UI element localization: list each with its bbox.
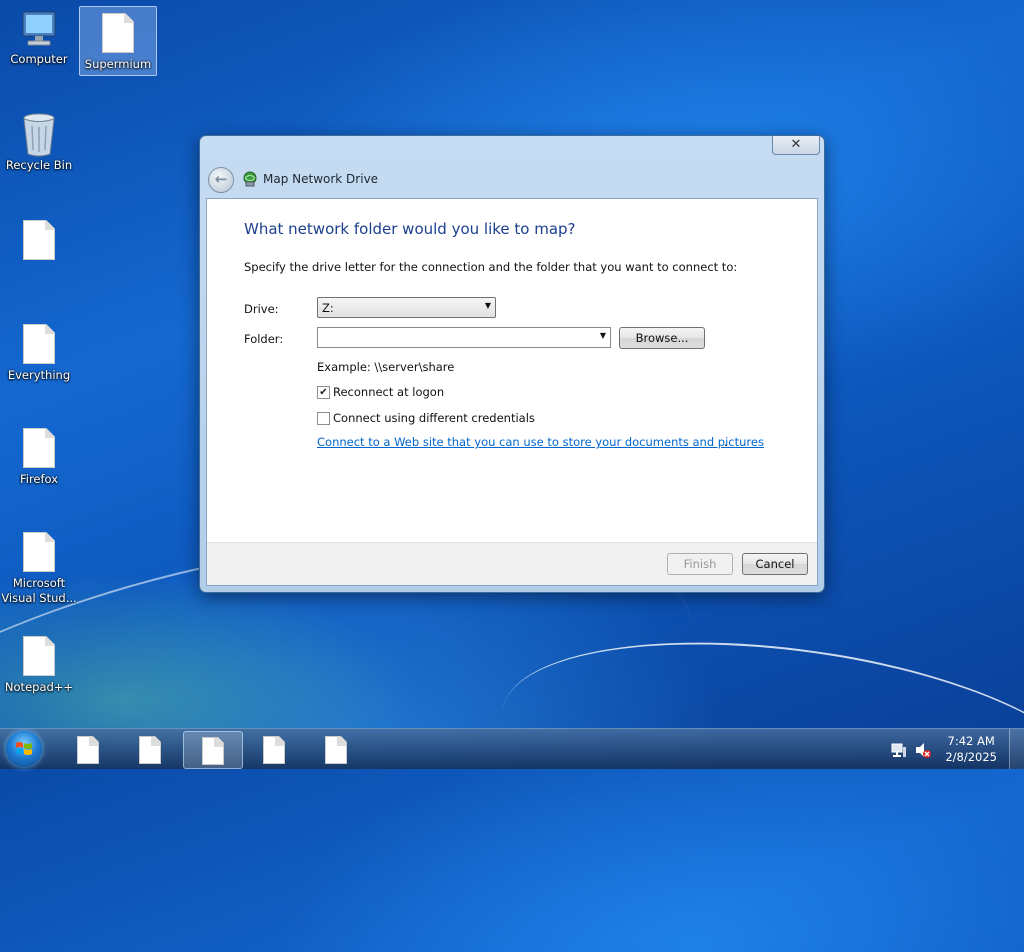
folder-combobox[interactable]: ▼ xyxy=(317,327,611,348)
folder-label: Folder: xyxy=(244,332,284,346)
desktop-icon-label: Firefox xyxy=(19,472,59,486)
chevron-down-icon: ▼ xyxy=(484,301,491,310)
chevron-down-icon: ▼ xyxy=(599,331,606,340)
file-icon xyxy=(202,737,224,765)
desktop-icon-label: Notepad++ xyxy=(4,680,74,694)
clock-time: 7:42 AM xyxy=(947,734,995,748)
finish-button[interactable]: Finish xyxy=(667,553,733,575)
computer-icon xyxy=(22,11,56,46)
drive-value: Z: xyxy=(322,301,334,315)
taskbar-button[interactable] xyxy=(183,731,243,769)
network-drive-icon xyxy=(243,171,257,187)
dialog-content: What network folder would you like to ma… xyxy=(206,198,818,586)
desktop-icon-recycle-bin[interactable]: Recycle Bin xyxy=(1,108,77,180)
file-icon xyxy=(23,636,55,676)
back-arrow-icon[interactable]: ← xyxy=(208,167,234,193)
taskbar-button[interactable] xyxy=(307,731,365,767)
web-site-link[interactable]: Connect to a Web site that you can use t… xyxy=(317,435,764,449)
file-icon xyxy=(139,736,161,764)
start-button[interactable] xyxy=(6,731,42,767)
desktop-icon-label: Supermium xyxy=(84,57,152,71)
dialog-footer: Finish Cancel xyxy=(207,542,817,585)
drive-select[interactable]: Z: ▼ xyxy=(317,297,496,318)
file-icon xyxy=(77,736,99,764)
close-button[interactable]: ✕ xyxy=(772,136,820,155)
desktop-icon-file[interactable] xyxy=(1,214,77,270)
file-icon xyxy=(23,220,55,260)
credentials-checkbox[interactable] xyxy=(317,412,330,425)
system-clock[interactable]: 7:42 AM 2/8/2025 xyxy=(945,733,997,765)
volume-muted-icon[interactable] xyxy=(914,741,932,759)
recycle-bin-icon xyxy=(23,113,55,157)
clock-date: 2/8/2025 xyxy=(945,750,997,764)
desktop-icon-everything[interactable]: Everything xyxy=(1,318,77,388)
instruction-text: Specify the drive letter for the connect… xyxy=(244,260,738,274)
desktop-icon-notepad-plus-plus[interactable]: Notepad++ xyxy=(1,630,77,700)
file-icon xyxy=(102,13,134,53)
desktop-icon-label: Computer xyxy=(10,52,68,66)
desktop-icon-label: Recycle Bin xyxy=(5,158,73,172)
file-icon xyxy=(23,324,55,364)
desktop-icon-visual-studio[interactable]: Microsoft Visual Stud... xyxy=(1,526,77,610)
example-text: Example: \\server\share xyxy=(317,360,455,374)
file-icon xyxy=(23,532,55,572)
desktop-icon-label: Microsoft Visual Stud... xyxy=(1,576,77,605)
credentials-label[interactable]: Connect using different credentials xyxy=(333,411,535,425)
drive-label: Drive: xyxy=(244,302,279,316)
file-icon xyxy=(23,428,55,468)
show-desktop-button[interactable] xyxy=(1009,729,1024,769)
desktop-icon-label: Everything xyxy=(7,368,71,382)
desktop-icon-computer[interactable]: Computer xyxy=(1,6,77,74)
dialog-heading: What network folder would you like to ma… xyxy=(244,220,576,238)
taskbar-button[interactable] xyxy=(59,731,117,767)
windows-logo-icon xyxy=(16,742,32,755)
map-network-drive-dialog: ✕ ← Map Network Drive What network folde… xyxy=(199,135,825,593)
file-icon xyxy=(325,736,347,764)
taskbar: 7:42 AM 2/8/2025 xyxy=(0,728,1024,769)
reconnect-checkbox[interactable]: ✔ xyxy=(317,386,330,399)
link-period: . xyxy=(724,435,728,449)
desktop-icon-firefox[interactable]: Firefox xyxy=(1,422,77,492)
browse-button[interactable]: Browse... xyxy=(619,327,705,349)
network-icon[interactable] xyxy=(890,741,908,759)
taskbar-button[interactable] xyxy=(121,731,179,767)
dialog-title: Map Network Drive xyxy=(263,172,379,186)
taskbar-button[interactable] xyxy=(245,731,303,767)
file-icon xyxy=(263,736,285,764)
reconnect-label[interactable]: Reconnect at logon xyxy=(333,385,444,399)
cancel-button[interactable]: Cancel xyxy=(742,553,808,575)
desktop-icon-supermium[interactable]: Supermium xyxy=(79,6,157,76)
